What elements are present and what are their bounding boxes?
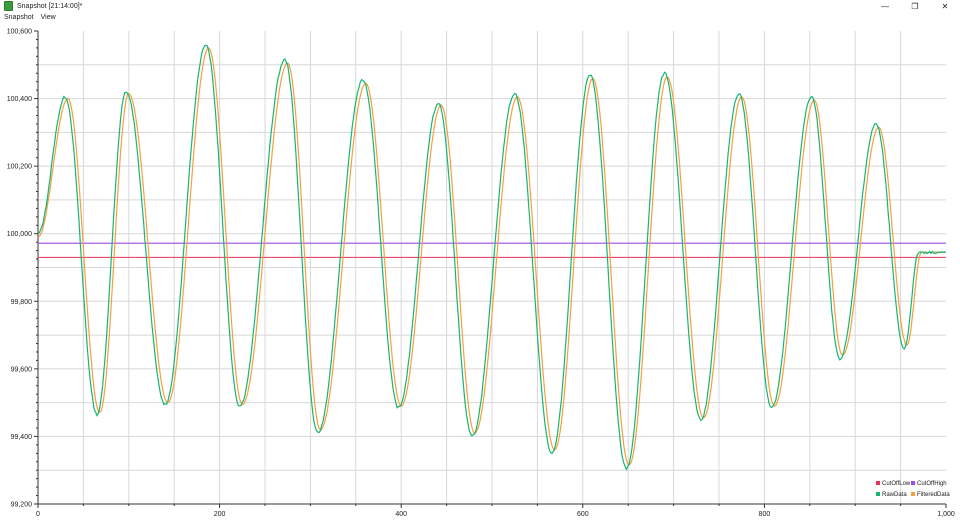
minimize-button[interactable]: — [870,0,900,12]
legend-label: FilteredData [917,492,950,498]
y-tick-label: 100,400 [7,96,32,103]
legend-swatch [876,481,880,485]
legend-label: RawData [882,492,907,498]
y-tick-label: 99,800 [11,299,33,306]
legend-swatch [911,492,915,496]
x-tick-label: 200 [214,511,226,518]
y-tick-label: 100,200 [7,164,32,171]
window-title: Snapshot [21:14:00]* [17,2,83,10]
legend-label: CutOffHigh [917,481,947,487]
y-tick-label: 99,200 [11,502,33,509]
window-controls: — ❐ ✕ [870,0,960,12]
line-chart[interactable]: 99,200 99,400 99,600 99,800 100,000 100,200 10… [0,23,960,525]
y-tick-label: 99,400 [11,434,33,441]
x-tick-label: 1,000 [937,511,955,518]
y-tick-label: 100,600 [7,29,32,36]
menu-bar: Snapshot View [0,12,960,22]
y-tick-label: 100,000 [7,231,32,238]
maximize-button[interactable]: ❐ [900,0,930,12]
close-button[interactable]: ✕ [930,0,960,12]
legend-label: CutOffLow [882,481,911,487]
window-titlebar[interactable]: Snapshot [21:14:00]* — ❐ ✕ [0,0,960,12]
x-tick-label: 0 [36,511,40,518]
y-tick-label: 99,600 [11,366,33,373]
legend-swatch [911,481,915,485]
x-tick-label: 800 [759,511,771,518]
app-icon [4,1,13,11]
legend-swatch [876,492,880,496]
x-tick-label: 600 [577,511,589,518]
menu-snapshot[interactable]: Snapshot [0,14,37,21]
chart-area[interactable]: 99,200 99,400 99,600 99,800 100,000 100,200 10… [0,23,960,525]
menu-view[interactable]: View [37,14,59,21]
x-tick-label: 400 [395,511,407,518]
